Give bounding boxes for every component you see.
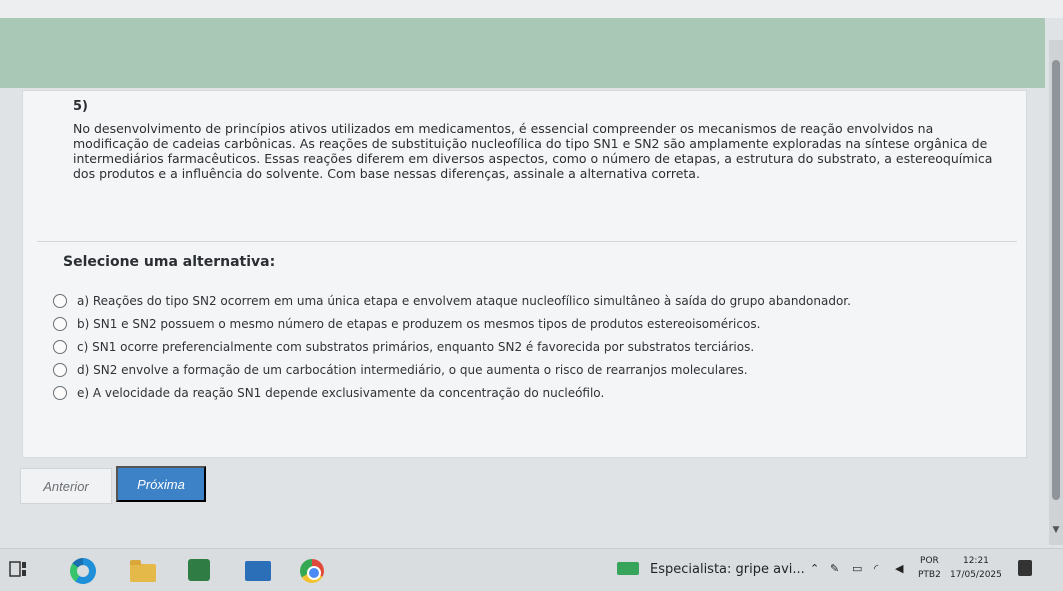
options-list: a) Reações do tipo SN2 ocorrem em uma ún… bbox=[53, 289, 1013, 404]
language-indicator[interactable]: POR PTB2 bbox=[918, 554, 941, 582]
question-number: 5) bbox=[73, 99, 88, 114]
option-text: c) SN1 ocorre preferencialmente com subs… bbox=[77, 339, 755, 354]
clock-time: 12:21 bbox=[962, 556, 989, 566]
pen-icon[interactable]: ✎ bbox=[830, 562, 839, 575]
select-alternative-label: Selecione uma alternativa: bbox=[63, 254, 276, 270]
radio-button[interactable] bbox=[53, 293, 67, 308]
language-code: POR bbox=[920, 556, 939, 566]
notification-icon[interactable] bbox=[1018, 560, 1032, 576]
taskbar: Especialista: gripe avi... ⌃ ✎ ▭ ◜ ◀ POR… bbox=[0, 548, 1063, 591]
news-widget-text[interactable]: Especialista: gripe avi... bbox=[650, 562, 805, 577]
radio-button[interactable] bbox=[53, 316, 67, 331]
option-text: d) SN2 envolve a formação de um carbocát… bbox=[77, 362, 748, 377]
edge-browser-icon[interactable] bbox=[70, 558, 96, 584]
option-text: b) SN1 e SN2 possuem o mesmo número de e… bbox=[77, 316, 761, 331]
option-c[interactable]: c) SN1 ocorre preferencialmente com subs… bbox=[53, 335, 1013, 358]
next-button[interactable]: Próxima bbox=[116, 466, 206, 502]
browser-top-strip bbox=[0, 0, 1063, 18]
option-a[interactable]: a) Reações do tipo SN2 ocorrem em uma ún… bbox=[53, 289, 1013, 312]
calculator-icon[interactable] bbox=[188, 559, 210, 581]
option-d[interactable]: d) SN2 envolve a formação de um carbocát… bbox=[53, 358, 1013, 381]
clock-date: 17/05/2025 bbox=[950, 570, 1002, 580]
battery-icon[interactable]: ▭ bbox=[852, 562, 862, 575]
radio-button[interactable] bbox=[53, 339, 67, 354]
chevron-up-icon[interactable]: ⌃ bbox=[810, 562, 819, 575]
scrollbar-thumb[interactable] bbox=[1052, 60, 1060, 500]
radio-button[interactable] bbox=[53, 362, 67, 377]
previous-button[interactable]: Anterior bbox=[20, 468, 112, 504]
option-text: e) A velocidade da reação SN1 depende ex… bbox=[77, 385, 605, 400]
radio-button[interactable] bbox=[53, 385, 67, 400]
file-explorer-icon[interactable] bbox=[130, 560, 156, 582]
option-e[interactable]: e) A velocidade da reação SN1 depende ex… bbox=[53, 381, 1013, 404]
mail-icon[interactable] bbox=[245, 561, 271, 581]
task-view-icon[interactable] bbox=[8, 559, 28, 579]
volume-icon[interactable]: ◀ bbox=[895, 562, 903, 575]
system-clock[interactable]: 12:21 17/05/2025 bbox=[950, 554, 1002, 582]
scroll-down-icon[interactable]: ▼ bbox=[1051, 525, 1061, 535]
option-b[interactable]: b) SN1 e SN2 possuem o mesmo número de e… bbox=[53, 312, 1013, 335]
header-band bbox=[0, 18, 1045, 88]
option-text: a) Reações do tipo SN2 ocorrem em uma ún… bbox=[77, 293, 851, 308]
chrome-icon[interactable] bbox=[300, 559, 324, 583]
keyboard-layout: PTB2 bbox=[918, 570, 941, 580]
news-widget-icon[interactable] bbox=[617, 562, 639, 575]
divider bbox=[37, 241, 1017, 242]
wifi-icon[interactable]: ◜ bbox=[874, 562, 878, 575]
question-card: 5) No desenvolvimento de princípios ativ… bbox=[22, 90, 1027, 458]
question-statement: No desenvolvimento de princípios ativos … bbox=[73, 121, 993, 181]
